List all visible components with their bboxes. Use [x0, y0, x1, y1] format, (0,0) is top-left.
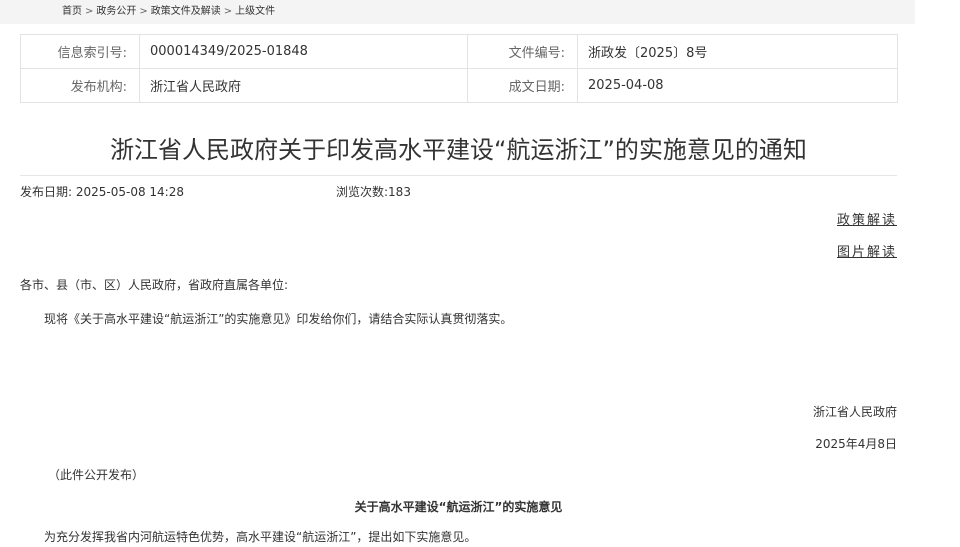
- issue-date: 2025年4月8日: [815, 437, 897, 451]
- info-row: 信息索引号: 000014349/2025-01848 文件编号: 浙政发〔20…: [20, 34, 898, 69]
- view-count: 浏览次数:183: [336, 185, 411, 199]
- breadcrumb: 首页 > 政务公开 > 政策文件及解读 > 上级文件: [62, 5, 275, 19]
- issuing-agency-label: 发布机构:: [20, 68, 140, 103]
- index-number-value: 000014349/2025-01848: [139, 34, 468, 69]
- breadcrumb-bar: 首页 > 政务公开 > 政策文件及解读 > 上级文件: [0, 0, 915, 24]
- document-title: 浙江省人民政府关于印发高水平建设“航运浙江”的实施意见的通知: [110, 136, 807, 164]
- salutation: 各市、县（市、区）人民政府，省政府直属各单位:: [20, 278, 289, 292]
- image-interpretation-link[interactable]: 图片解读: [837, 244, 897, 262]
- info-row: 发布机构: 浙江省人民政府 成文日期: 2025-04-08: [20, 68, 898, 103]
- issuer-signature: 浙江省人民政府: [812, 405, 897, 419]
- document-info-table: 信息索引号: 000014349/2025-01848 文件编号: 浙政发〔20…: [20, 34, 898, 103]
- breadcrumb-separator: >: [85, 6, 94, 17]
- document-number-label: 文件编号:: [467, 34, 578, 69]
- index-number-label: 信息索引号:: [20, 34, 140, 69]
- breadcrumb-superior-docs-link[interactable]: 上级文件: [235, 6, 275, 17]
- body-paragraph: 为充分发挥我省内河航运特色优势，高水平建设“航运浙江”，提出如下实施意见。: [44, 530, 477, 544]
- title-divider: [20, 175, 897, 176]
- publish-date: 发布日期: 2025-05-08 14:28: [20, 185, 184, 199]
- document-number-value: 浙政发〔2025〕8号: [577, 34, 898, 69]
- attachment-title: 关于高水平建设“航运浙江”的实施意见: [354, 500, 563, 514]
- body-paragraph: 现将《关于高水平建设“航运浙江”的实施意见》印发给你们，请结合实际认真贯彻落实。: [44, 312, 513, 326]
- breadcrumb-separator: >: [139, 6, 148, 17]
- issuing-agency-value: 浙江省人民政府: [139, 68, 468, 103]
- written-date-label: 成文日期:: [467, 68, 578, 103]
- policy-interpretation-link[interactable]: 政策解读: [837, 212, 897, 230]
- breadcrumb-policy-docs-link[interactable]: 政策文件及解读: [151, 6, 221, 17]
- breadcrumb-separator: >: [223, 6, 233, 17]
- public-release-note: （此件公开发布）: [48, 468, 145, 482]
- written-date-value: 2025-04-08: [577, 68, 898, 103]
- breadcrumb-home-link[interactable]: 首页: [62, 6, 82, 17]
- breadcrumb-gov-affairs-link[interactable]: 政务公开: [96, 6, 136, 17]
